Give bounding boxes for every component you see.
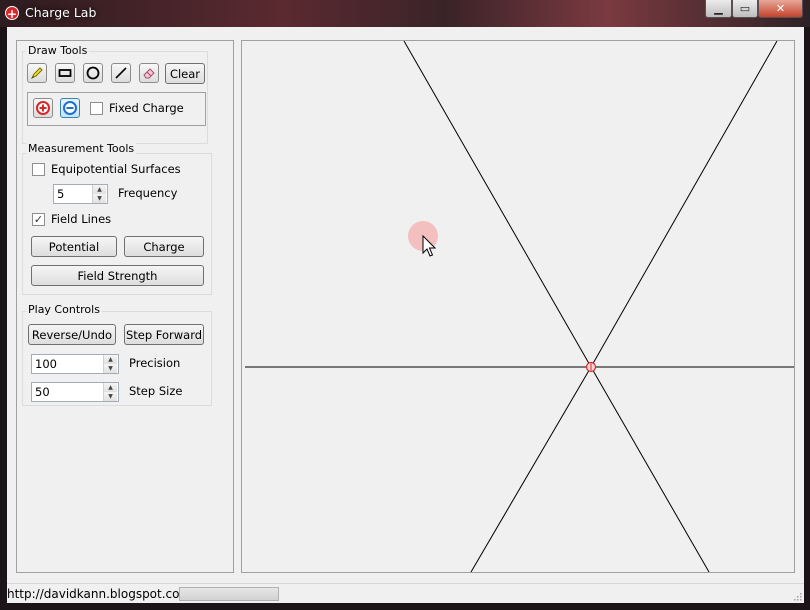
spin-up-icon[interactable]: ▲ xyxy=(104,355,117,364)
status-url[interactable]: http://davidkann.blogspot.com xyxy=(7,587,191,601)
rectangle-tool-button[interactable] xyxy=(55,63,75,83)
minimize-icon: ▁ xyxy=(714,2,723,15)
field-line xyxy=(590,41,778,368)
field-lines-label: Field Lines xyxy=(51,212,112,226)
spin-up-icon[interactable]: ▲ xyxy=(93,185,106,194)
frequency-stepper[interactable]: 5 ▲ ▼ xyxy=(53,184,108,204)
frequency-value: 5 xyxy=(57,187,65,201)
precision-arrows: ▲ ▼ xyxy=(103,355,118,373)
window-title: Charge Lab xyxy=(25,5,97,20)
line-tool-button[interactable] xyxy=(111,63,131,83)
spin-up-icon[interactable]: ▲ xyxy=(104,383,117,392)
clear-button[interactable]: Clear xyxy=(165,63,205,84)
spin-down-icon[interactable]: ▼ xyxy=(93,194,106,203)
precision-label: Precision xyxy=(129,356,181,370)
step-size-stepper[interactable]: 50 ▲ ▼ xyxy=(31,382,119,402)
spin-down-icon[interactable]: ▼ xyxy=(104,392,117,401)
progress-bar xyxy=(179,587,279,601)
eraser-tool-button[interactable] xyxy=(139,63,159,83)
negative-charge-button[interactable] xyxy=(60,98,80,118)
frequency-arrows: ▲ ▼ xyxy=(92,185,107,203)
close-button[interactable]: ✕ xyxy=(758,0,803,18)
spin-down-icon[interactable]: ▼ xyxy=(104,364,117,373)
draw-tools-title: Draw Tools xyxy=(26,44,90,57)
simulation-canvas[interactable] xyxy=(241,40,795,573)
charge-marker[interactable] xyxy=(585,361,597,373)
close-icon: ✕ xyxy=(775,2,786,15)
line-icon xyxy=(115,67,127,79)
plus-charge-icon: + xyxy=(5,6,19,21)
field-canvas-svg[interactable] xyxy=(242,41,794,572)
field-strength-button[interactable]: Field Strength xyxy=(31,265,204,286)
maximize-button[interactable]: ▭ xyxy=(732,0,758,18)
maximize-icon: ▭ xyxy=(739,2,751,15)
equipotential-label: Equipotential Surfaces xyxy=(51,162,181,176)
title-bar[interactable]: + Charge Lab ▁ ▭ ✕ xyxy=(0,0,810,27)
field-line xyxy=(590,366,710,572)
potential-button[interactable]: Potential xyxy=(31,236,117,257)
precision-value: 100 xyxy=(35,357,57,371)
play-controls-title: Play Controls xyxy=(26,303,102,316)
equipotential-checkbox[interactable] xyxy=(32,163,45,176)
reverse-undo-button[interactable]: Reverse/Undo xyxy=(28,324,116,345)
step-size-value: 50 xyxy=(35,385,50,399)
app-window: + Charge Lab ▁ ▭ ✕ Draw Tools Clear Fixe… xyxy=(0,0,810,610)
tools-panel: Draw Tools Clear Fixed Charge Measuremen… xyxy=(16,40,234,573)
circle-tool-button[interactable] xyxy=(83,63,103,83)
precision-stepper[interactable]: 100 ▲ ▼ xyxy=(31,354,119,374)
eraser-icon xyxy=(143,68,155,79)
checkmark-icon: ✓ xyxy=(33,213,44,226)
minimize-button[interactable]: ▁ xyxy=(705,0,732,18)
step-forward-button[interactable]: Step Forward xyxy=(124,324,204,345)
rectangle-icon xyxy=(58,69,72,77)
status-bar: http://davidkann.blogspot.com xyxy=(7,583,804,603)
resize-grip-icon[interactable] xyxy=(792,591,802,601)
frequency-label: Frequency xyxy=(118,186,178,200)
field-line xyxy=(403,41,592,368)
circle-icon xyxy=(86,66,100,80)
step-size-label: Step Size xyxy=(129,384,183,398)
measurement-tools-title: Measurement Tools xyxy=(26,142,137,155)
pencil-tool-button[interactable] xyxy=(27,63,47,83)
field-lines-checkbox[interactable]: ✓ xyxy=(32,213,45,226)
pencil-icon xyxy=(30,67,43,80)
fixed-charge-label: Fixed Charge xyxy=(109,101,184,115)
positive-charge-icon xyxy=(36,101,50,115)
charge-button[interactable]: Charge xyxy=(124,236,204,257)
field-line xyxy=(470,366,592,572)
step-size-arrows: ▲ ▼ xyxy=(103,383,118,401)
fixed-charge-checkbox[interactable] xyxy=(90,102,103,115)
positive-charge-button[interactable] xyxy=(33,98,53,118)
negative-charge-icon xyxy=(63,101,77,115)
client-area: Draw Tools Clear Fixed Charge Measuremen… xyxy=(7,27,804,603)
